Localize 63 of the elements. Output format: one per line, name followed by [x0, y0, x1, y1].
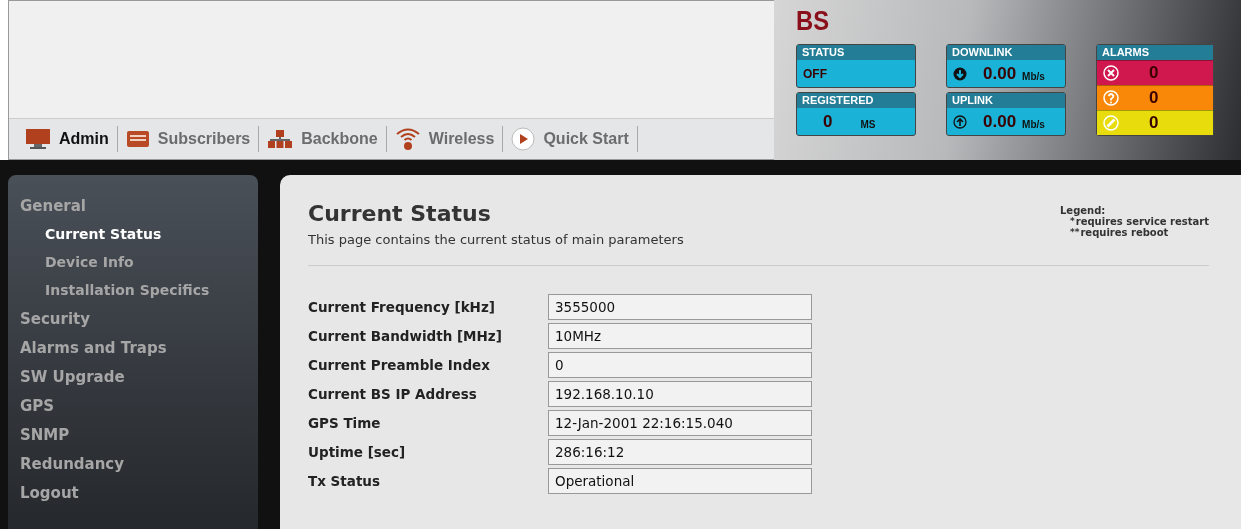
- field-label: Uptime [sec]: [308, 444, 407, 460]
- nav-tab[interactable]: Backbone: [259, 126, 387, 152]
- legend-title: Legend:: [1060, 205, 1106, 216]
- field-label: GPS Time: [308, 415, 382, 431]
- nav-item[interactable]: SNMP: [20, 420, 70, 449]
- legend-text: requires service restart: [1075, 216, 1209, 227]
- input-field[interactable]: 12-Jan-2001 22:16:15.040: [548, 410, 812, 436]
- nav-tab[interactable]: Admin: [17, 126, 118, 152]
- panel-label: DOWNLINK: [947, 45, 1065, 60]
- panel-label: ALARMS: [1097, 45, 1213, 60]
- nav-item[interactable]: Current Status: [45, 220, 162, 248]
- uplink-value: 0.00: [983, 111, 1017, 132]
- nav-item[interactable]: Device Info: [45, 248, 134, 276]
- nav-item[interactable]: Security: [20, 304, 91, 333]
- play-icon: [511, 127, 536, 151]
- nav-item[interactable]: SW Upgrade: [20, 362, 125, 391]
- input-field[interactable]: Operational: [548, 468, 812, 494]
- legend-text: requires reboot: [1080, 227, 1169, 238]
- input-field[interactable]: 286:16:12: [548, 439, 812, 465]
- panel-label: REGISTERED: [797, 93, 915, 108]
- panel-label: UPLINK: [947, 93, 1065, 108]
- unit-label: MS: [860, 119, 876, 130]
- nav-item[interactable]: GPS: [20, 391, 55, 420]
- question-icon: [1103, 90, 1119, 106]
- input-field[interactable]: 10MHz: [548, 323, 812, 349]
- monitor-icon: [25, 128, 51, 150]
- nav-item[interactable]: Alarms and Traps: [20, 333, 167, 362]
- alarm-count: 0: [1149, 63, 1159, 83]
- input-field[interactable]: 0: [548, 352, 812, 378]
- down-arrow-icon: [953, 66, 967, 81]
- wifi-icon: [394, 127, 421, 151]
- close-icon: [1103, 65, 1119, 81]
- nav-item[interactable]: Redundancy: [20, 449, 125, 478]
- page-description: This page contains the current status of main parameters: [308, 232, 684, 247]
- legend-mark: *: [1070, 216, 1075, 227]
- network-icon: [267, 129, 294, 149]
- nav-tab[interactable]: Subscribers: [117, 126, 260, 152]
- legend-mark: **: [1070, 227, 1080, 238]
- nav-item[interactable]: Logout: [20, 478, 79, 507]
- field-label: Current Preamble Index: [308, 357, 491, 373]
- input-field[interactable]: 192.168.10.10: [548, 381, 812, 407]
- field-label: Tx Status: [308, 473, 381, 489]
- field-label: Current Bandwidth [MHz]: [308, 328, 503, 344]
- slash-circle-icon: [1103, 115, 1119, 131]
- device-title: BS: [796, 6, 830, 36]
- nav-item[interactable]: Installation Specifics: [45, 276, 210, 304]
- nav-tab[interactable]: Wireless: [386, 126, 504, 152]
- alarm-count: 0: [1149, 113, 1159, 133]
- alarm-count: 0: [1149, 88, 1159, 108]
- unit-label: Mb/s: [1022, 119, 1045, 130]
- unit-label: Mb/s: [1022, 71, 1045, 82]
- nav-item[interactable]: General: [20, 191, 86, 220]
- panel-label: STATUS: [797, 45, 915, 60]
- input-field[interactable]: 3555000: [548, 294, 812, 320]
- field-label: Current BS IP Address: [308, 386, 478, 402]
- status-value: OFF: [803, 66, 827, 81]
- registered-value: 0: [823, 111, 833, 132]
- field-label: Current Frequency [kHz]: [308, 299, 496, 315]
- downlink-value: 0.00: [983, 63, 1017, 84]
- folder-icon: [125, 129, 150, 149]
- page-title: Current Status: [308, 201, 492, 226]
- up-arrow-icon: [953, 114, 967, 129]
- nav-tab[interactable]: Quick Start: [503, 126, 638, 152]
